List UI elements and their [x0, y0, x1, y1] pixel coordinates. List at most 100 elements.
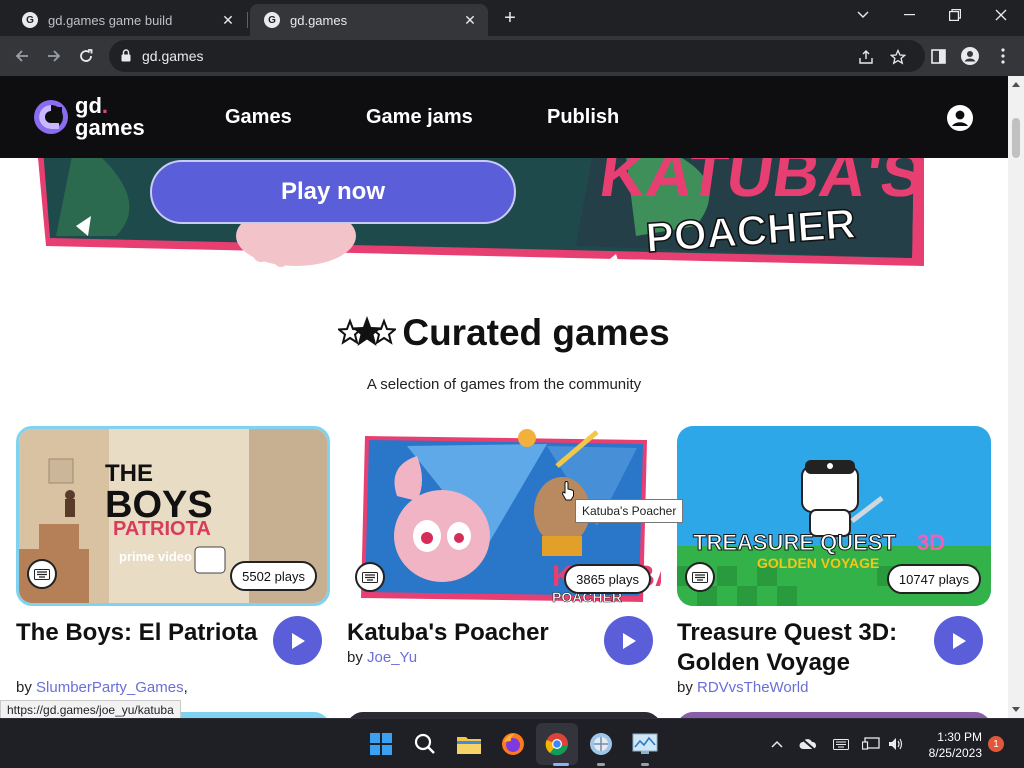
url-text: gd.games — [142, 48, 204, 64]
browser-menu-icon[interactable] — [993, 46, 1013, 66]
forward-button[interactable] — [42, 44, 66, 68]
hand-cursor-icon — [561, 481, 574, 501]
game-thumbnail[interactable]: THE BOYS PATRIOTA prime video 5502 plays — [16, 426, 330, 606]
restore-button[interactable] — [932, 0, 978, 30]
scroll-up-arrow-icon[interactable] — [1012, 82, 1020, 87]
new-tab-button[interactable]: + — [498, 6, 522, 30]
by-label: by — [677, 679, 693, 696]
art-line-1: THE — [105, 460, 153, 487]
author-suffix: , — [183, 679, 188, 696]
logo-text-games: games — [75, 115, 145, 140]
gd-games-logo[interactable]: gd. games — [32, 93, 145, 141]
browser-tab-bar: G gd.games game build ✕ G gd.games ✕ + — [0, 0, 1024, 36]
globe-app-icon[interactable] — [586, 729, 616, 759]
game-card-the-boys[interactable]: THE BOYS PATRIOTA prime video 5502 plays… — [16, 426, 330, 696]
plays-badge: 10747 plays — [886, 564, 981, 594]
close-window-button[interactable] — [978, 0, 1024, 30]
firefox-icon[interactable] — [498, 729, 528, 759]
game-author-line: by SlumberParty_Games, — [16, 679, 188, 696]
side-panel-icon[interactable] — [928, 46, 948, 66]
author-link[interactable]: Joe_Yu — [367, 649, 417, 666]
curated-games-heading: Curated games — [0, 312, 1008, 354]
gdevelop-favicon-icon: G — [22, 12, 38, 28]
stars-icon — [338, 316, 397, 346]
tab-search-chevron-icon[interactable] — [840, 0, 886, 30]
back-button[interactable] — [10, 44, 34, 68]
monitor-app-icon[interactable] — [630, 729, 660, 759]
running-indicator — [597, 763, 605, 766]
keyboard-layout-icon[interactable] — [832, 735, 850, 753]
search-icon[interactable] — [410, 729, 440, 759]
page-viewport: gd. games Games Game jams Publish KATUBA… — [0, 76, 1024, 718]
game-author-line: by Joe_Yu — [347, 649, 417, 666]
active-indicator — [553, 763, 569, 766]
play-now-button[interactable]: Play now — [150, 160, 516, 224]
play-game-button[interactable] — [273, 616, 322, 665]
browser-toolbar: gd.games — [0, 36, 1024, 76]
notification-badge[interactable]: 1 — [988, 736, 1004, 752]
tab-title: gd.games game build — [48, 12, 173, 28]
file-explorer-icon[interactable] — [454, 729, 484, 759]
keyboard-icon — [27, 559, 57, 589]
author-link[interactable]: SlumberParty_Games — [36, 679, 184, 696]
keyboard-icon — [685, 562, 715, 592]
plays-badge: 3865 plays — [564, 564, 651, 594]
lock-icon — [121, 49, 131, 62]
play-game-button[interactable] — [934, 616, 983, 665]
game-title[interactable]: Katuba's Poacher — [347, 618, 597, 648]
hover-tooltip: Katuba's Poacher — [575, 499, 684, 523]
share-icon[interactable] — [856, 48, 876, 66]
chrome-icon[interactable] — [542, 729, 572, 759]
tab-game-build[interactable]: G gd.games game build ✕ — [8, 4, 246, 36]
running-indicator — [641, 763, 649, 766]
author-link[interactable]: RDVvsTheWorld — [697, 679, 808, 696]
close-tab-icon[interactable]: ✕ — [218, 10, 238, 30]
page-scrollbar[interactable] — [1008, 76, 1024, 718]
tab-title: gd.games — [290, 12, 348, 28]
tab-gd-games[interactable]: G gd.games ✕ — [250, 4, 488, 36]
status-bar-url: https://gd.games/joe_yu/katuba — [0, 700, 181, 718]
game-title[interactable]: Treasure Quest 3D: Golden Voyage — [677, 618, 927, 678]
reload-button[interactable] — [74, 44, 98, 68]
account-icon[interactable] — [947, 105, 973, 131]
close-tab-icon[interactable]: ✕ — [460, 10, 480, 30]
nav-games[interactable]: Games — [225, 106, 292, 129]
tab-separator — [247, 12, 248, 28]
play-game-button[interactable] — [604, 616, 653, 665]
network-icon[interactable] — [862, 735, 880, 753]
art-line-3: PATRIOTA — [113, 518, 211, 540]
onedrive-off-icon[interactable] — [799, 735, 817, 753]
scroll-down-arrow-icon[interactable] — [1012, 707, 1020, 712]
chevron-up-icon[interactable] — [768, 735, 786, 753]
by-label: by — [347, 649, 363, 666]
game-thumbnail[interactable]: TREASURE QUEST 3D GOLDEN VOYAGE 10747 pl… — [677, 426, 991, 606]
art-line-1: TREASURE QUEST — [693, 530, 896, 555]
section-subtitle: A selection of games from the community — [366, 376, 642, 393]
game-author-line: by RDVvsTheWorld — [677, 679, 808, 696]
scrollbar-thumb[interactable] — [1012, 118, 1020, 158]
nav-publish[interactable]: Publish — [547, 106, 619, 129]
keyboard-icon — [355, 562, 385, 592]
system-clock[interactable]: 1:30 PM 8/25/2023 — [914, 729, 982, 761]
windows-start-icon[interactable] — [366, 729, 396, 759]
minimize-button[interactable] — [886, 0, 932, 30]
profile-icon[interactable] — [960, 46, 980, 66]
site-header: gd. games Games Game jams Publish — [0, 76, 1008, 158]
windows-taskbar: 1:30 PM 8/25/2023 1 — [0, 718, 1024, 768]
gdevelop-favicon-icon: G — [264, 12, 280, 28]
gdevelop-logo-icon — [34, 100, 68, 134]
address-bar[interactable]: gd.games — [109, 40, 925, 72]
nav-game-jams[interactable]: Game jams — [366, 106, 473, 129]
art-line-4: prime video — [119, 549, 192, 564]
art-line-3: GOLDEN VOYAGE — [757, 555, 879, 571]
clock-date: 8/25/2023 — [928, 746, 982, 760]
volume-icon[interactable] — [887, 735, 905, 753]
game-title[interactable]: The Boys: El Patriota — [16, 618, 266, 648]
logo-wordmark: gd. games — [75, 95, 145, 139]
play-icon — [952, 632, 966, 649]
play-icon — [291, 632, 305, 649]
game-card-treasure-quest[interactable]: TREASURE QUEST 3D GOLDEN VOYAGE 10747 pl… — [677, 426, 991, 696]
bookmark-star-icon[interactable] — [888, 48, 908, 66]
by-label: by — [16, 679, 32, 696]
art-line-2: 3D — [917, 530, 945, 555]
